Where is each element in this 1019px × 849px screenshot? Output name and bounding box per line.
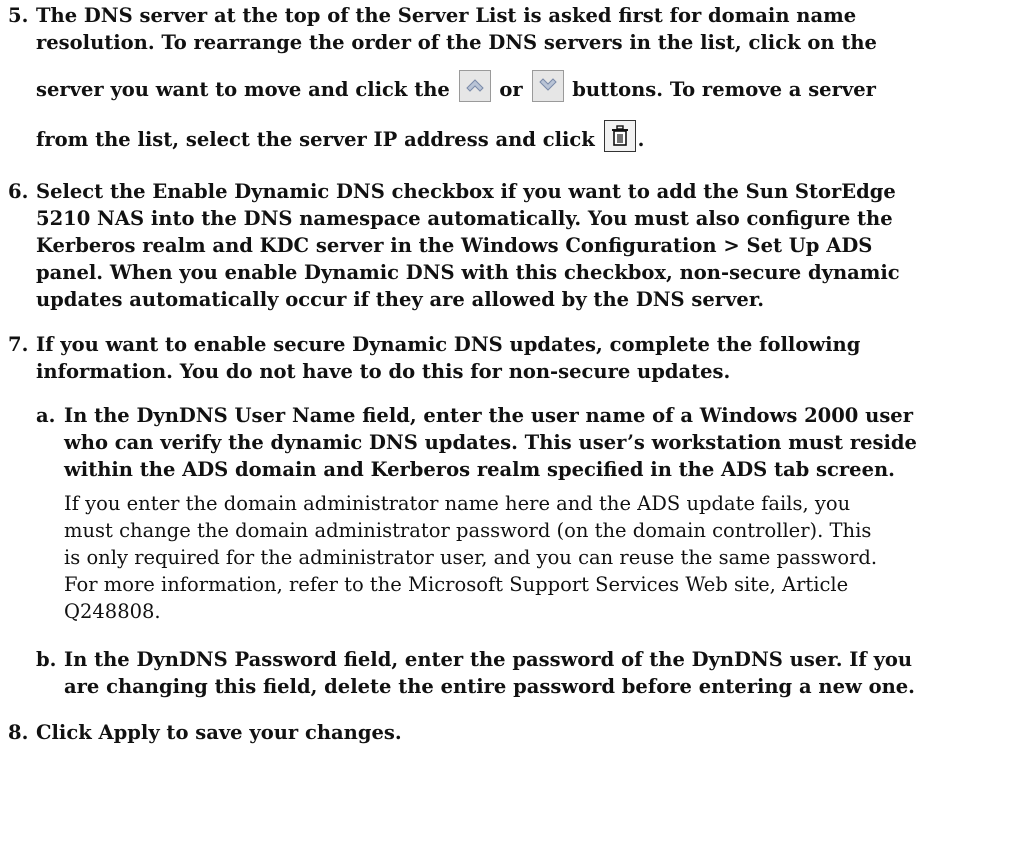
chevron-down-icon (531, 70, 564, 102)
step-number: 7. (8, 333, 29, 356)
trash-icon (603, 120, 636, 152)
substep-a-line-2: who can verify the dynamic DNS updates. … (64, 431, 917, 454)
step-5-line-3: server you want to move and click the or… (8, 70, 1008, 103)
step-7: 7. If you want to enable secure Dynamic … (8, 331, 1008, 385)
note-line-2: must change the domain administrator pas… (64, 519, 872, 542)
step-5-line-1: The DNS server at the top of the Server … (36, 4, 857, 27)
step-number: 8. (8, 721, 29, 744)
substep-a-line-1: In the DynDNS User Name field, enter the… (64, 404, 913, 427)
substep-b-line-1: In the DynDNS Password field, enter the … (64, 648, 913, 671)
step-5-line-4: from the list, select the server IP addr… (8, 120, 1008, 153)
step-6-line-5: updates automatically occur if they are … (36, 288, 765, 311)
substep-a-note: If you enter the domain administrator na… (64, 490, 1014, 625)
substep-b-line-2: are changing this field, delete the enti… (64, 675, 915, 698)
step-5-line-2: resolution. To rearrange the order of th… (36, 31, 877, 54)
step-6-line-3: Kerberos realm and KDC server in the Win… (36, 234, 873, 257)
chevron-up-icon (458, 70, 491, 102)
step-7-line-1: If you want to enable secure Dynamic DNS… (36, 333, 861, 356)
step-6-line-4: panel. When you enable Dynamic DNS with … (36, 261, 900, 284)
step-number: 6. (8, 180, 29, 203)
step-8: 8. Click Apply to save your changes. (8, 719, 1008, 746)
note-line-4: For more information, refer to the Micro… (64, 573, 849, 596)
note-line-3: is only required for the administrator u… (64, 546, 878, 569)
substep-a: a. In the DynDNS User Name field, enter … (36, 402, 1011, 483)
substep-a-line-3: within the ADS domain and Kerberos realm… (64, 458, 895, 481)
substep-letter: a. (36, 404, 56, 427)
substep-b: b. In the DynDNS Password field, enter t… (36, 646, 1011, 700)
step-7-line-2: information. You do not have to do this … (36, 360, 731, 383)
substep-letter: b. (36, 648, 57, 671)
document-page: 5. The DNS server at the top of the Serv… (0, 0, 1019, 849)
note-line-1: If you enter the domain administrator na… (64, 492, 851, 515)
step-5: 5. The DNS server at the top of the Serv… (8, 2, 1008, 56)
step-8-line-1: Click Apply to save your changes. (36, 721, 402, 744)
note-line-5: Q248808. (64, 600, 161, 623)
step-6-line-1: Select the Enable Dynamic DNS checkbox i… (36, 180, 896, 203)
step-6-line-2: 5210 NAS into the DNS namespace automati… (36, 207, 893, 230)
step-6: 6. Select the Enable Dynamic DNS checkbo… (8, 178, 1008, 313)
step-number: 5. (8, 4, 29, 27)
